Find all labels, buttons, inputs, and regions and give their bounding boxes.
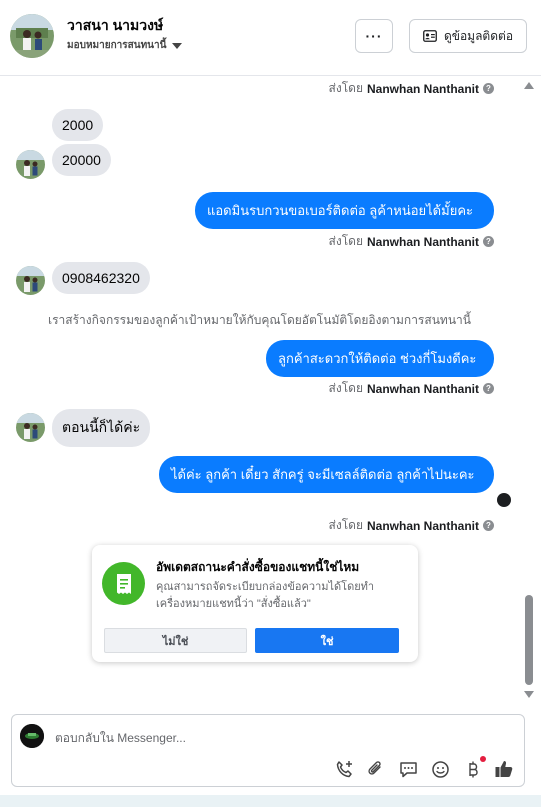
footer-strip [0, 795, 541, 807]
seen-indicator [497, 493, 511, 507]
order-receipt-icon [102, 562, 145, 605]
outgoing-message[interactable]: ได้ค่ะ ลูกค้า เดี๋ยว สักครู่ จะมีเซลล์ติ… [159, 456, 494, 493]
sender-name: Nanwhan Nanthanit [366, 381, 479, 396]
sent-by-row: ส่งโดย Nanwhan Nanthanit ? [329, 232, 494, 251]
incoming-message[interactable]: 2000 [52, 109, 104, 141]
more-options-button[interactable]: ··· [355, 19, 393, 53]
caret-down-icon [172, 42, 183, 49]
incoming-message[interactable]: 0908462320 [52, 262, 150, 294]
contact-info-label: ดูข้อมูลติดต่อ [443, 28, 514, 43]
scrollbar-thumb[interactable] [525, 595, 533, 685]
sent-by-prefix: ส่งโดย [328, 381, 363, 395]
like-icon[interactable] [494, 759, 514, 779]
info-icon[interactable]: ? [483, 236, 494, 247]
scroll-up-arrow-icon[interactable] [524, 82, 534, 89]
outgoing-message[interactable]: ลูกค้าสะดวกให้ติดต่อ ช่วงกี่โมงดีคะ [266, 340, 494, 377]
sent-by-prefix: ส่งโดย [328, 518, 363, 532]
no-button[interactable]: ไม่ใช่ [104, 628, 247, 653]
order-prompt-title: อัพเดตสถานะคำสั่งซื้อของแชทนี้ใช่ไหม [156, 560, 360, 574]
incoming-message[interactable]: ตอนนี้ก็ได้ค่ะ [52, 409, 151, 447]
reply-input[interactable] [55, 728, 475, 748]
contact-card-icon [423, 30, 437, 42]
incoming-message[interactable]: 20000 [52, 144, 111, 176]
info-icon[interactable]: ? [483, 383, 494, 394]
order-status-prompt: อัพเดตสถานะคำสั่งซื้อของแชทนี้ใช่ไหม คุณ… [92, 545, 418, 662]
notification-dot [480, 756, 486, 762]
sender-name: Nanwhan Nanthanit [366, 518, 479, 533]
assign-label: มอบหมายการสนทนานี้ [67, 40, 167, 51]
message-thread[interactable]: ส่งโดย Nanwhan Nanthanit ? 2000 20000 แอ… [0, 76, 541, 706]
contact-avatar-small [16, 413, 45, 442]
scroll-down-arrow-icon[interactable] [524, 691, 534, 698]
attachment-icon[interactable] [365, 759, 385, 779]
sent-by-row: ส่งโดย Nanwhan Nanthanit ? [329, 379, 494, 398]
saved-reply-icon[interactable] [398, 759, 418, 779]
page-avatar [20, 724, 44, 748]
sender-name: Nanwhan Nanthanit [366, 234, 479, 249]
order-prompt-description: คุณสามารถจัดระเบียบกล่องข้อความได้โดยทำเ… [156, 581, 375, 610]
contact-avatar[interactable] [10, 14, 54, 58]
sent-by-prefix: ส่งโดย [328, 81, 363, 95]
contact-name: วาสนา นามวงษ์ [67, 17, 164, 33]
reply-composer [11, 714, 525, 787]
sent-by-prefix: ส่งโดย [328, 234, 363, 248]
sender-name: Nanwhan Nanthanit [366, 81, 479, 96]
sent-by-row: ส่งโดย Nanwhan Nanthanit ? [329, 516, 494, 535]
assign-conversation-dropdown[interactable]: มอบหมายการสนทนานี้ [67, 38, 183, 53]
contact-avatar-small [16, 150, 45, 179]
payment-icon[interactable] [462, 759, 482, 779]
system-note: เราสร้างกิจกรรมของลูกค้าเป้าหมายให้กับคุ… [48, 313, 471, 327]
sent-by-row: ส่งโดย Nanwhan Nanthanit ? [329, 79, 494, 98]
chat-header: วาสนา นามวงษ์ มอบหมายการสนทนานี้ ··· ดูข… [0, 0, 541, 76]
yes-button[interactable]: ใช่ [255, 628, 399, 653]
emoji-icon[interactable] [430, 759, 450, 779]
contact-avatar-small [16, 266, 45, 295]
phone-add-icon[interactable] [334, 759, 354, 779]
messenger-chat-window: วาสนา นามวงษ์ มอบหมายการสนทนานี้ ··· ดูข… [0, 0, 541, 807]
outgoing-message[interactable]: แอดมินรบกวนขอเบอร์ติดต่อ ลูค้าหน่อยได้มั… [195, 192, 494, 229]
info-icon[interactable]: ? [483, 83, 494, 94]
view-contact-info-button[interactable]: ดูข้อมูลติดต่อ [409, 19, 527, 53]
info-icon[interactable]: ? [483, 520, 494, 531]
